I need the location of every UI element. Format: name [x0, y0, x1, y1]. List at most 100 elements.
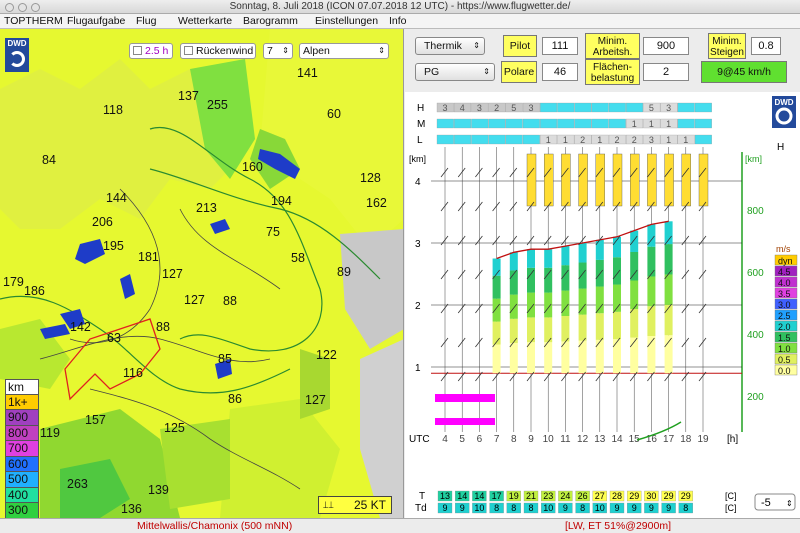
x-tick: 5 — [459, 434, 465, 445]
cloud-cell — [471, 134, 489, 145]
cloud-cell — [608, 118, 626, 129]
pilot-field[interactable]: 111 — [542, 37, 578, 55]
cloud-cell-value: 3 — [666, 103, 671, 113]
close-window-button[interactable] — [5, 3, 14, 12]
cloud-cell — [505, 134, 523, 145]
temp-unit: [C] — [725, 491, 737, 501]
map-value-label: 127 — [305, 393, 326, 407]
legend-entry: 300 — [5, 503, 39, 518]
cloud-cell — [488, 118, 506, 129]
climb-legend-label: 2.5 — [778, 311, 791, 321]
thermal-bar-segment — [509, 318, 518, 343]
temp-row-label: T — [419, 491, 425, 502]
x-tick: 11 — [560, 434, 571, 445]
dwd-swirl-icon — [9, 51, 25, 67]
thermal-map[interactable]: DWD 2.5 h Rückenwind 7 ⇕ Alpen ⇕ 141 137 255… — [0, 29, 404, 518]
polare-field[interactable]: 46 — [542, 63, 578, 81]
min-steigen-field[interactable]: 0.8 — [751, 37, 781, 55]
inversion-layer — [435, 418, 495, 425]
menu-barogramm[interactable]: Barogramm — [243, 14, 298, 29]
thermal-bar-segment — [595, 286, 604, 314]
map-value-label: 118 — [103, 103, 123, 117]
map-value-label: 141 — [297, 66, 318, 80]
thermal-bar-segment — [613, 339, 621, 374]
stepper-arrows-icon[interactable]: ⇕ — [282, 44, 289, 58]
dewpoint-value: 9 — [442, 503, 447, 513]
y-right-tick: 200 — [747, 392, 764, 403]
checkbox-icon[interactable] — [133, 46, 142, 55]
cloud-row-label: H — [417, 103, 424, 114]
menu-info[interactable]: Info — [389, 14, 407, 29]
menu-einstellungen[interactable]: Einstellungen — [315, 14, 378, 29]
y-left-tick: 3 — [415, 239, 421, 250]
cloud-column-bar — [595, 153, 606, 207]
dewpoint-value: 8 — [511, 503, 516, 513]
toggle-2-5h[interactable]: 2.5 h — [129, 43, 173, 59]
map-value-label: 255 — [207, 98, 228, 112]
legend-rows: 1k+900800700600500400300200100 — [5, 394, 39, 518]
temp-value: 30 — [646, 491, 656, 501]
thermal-bar-segment — [613, 311, 621, 340]
x-tick: 4 — [442, 434, 448, 445]
thermal-bar-segment — [527, 292, 535, 318]
mode-select[interactable]: Thermik ⇕ — [415, 37, 485, 55]
cloud-cell — [557, 102, 575, 113]
temp-value: 19 — [509, 491, 519, 501]
thermal-bar-segment — [492, 344, 501, 374]
y-right-unit: [km] — [745, 154, 762, 164]
menu-flug[interactable]: Flug — [136, 14, 156, 29]
menu-flugaufgabe[interactable]: Flugaufgabe — [67, 14, 125, 29]
toggle-rueckenwind[interactable]: Rückenwind — [180, 43, 256, 59]
cloud-cell — [505, 118, 523, 129]
cloud-cell — [557, 118, 575, 129]
cloud-cell — [522, 118, 540, 129]
climb-legend-label: 0.5 — [778, 355, 791, 365]
meteogram[interactable]: DWDHMLH3 4 3 2 5 3 5 31 1 11 1 2 1 2 2 3 1 1[km] [km]12342… — [405, 92, 800, 518]
cloud-cell-value: 2 — [494, 103, 499, 113]
minimize-window-button[interactable] — [18, 3, 27, 12]
map-value-label: 179 — [3, 275, 24, 289]
thermal-bar-segment — [492, 321, 501, 345]
dewpoint-value: 8 — [494, 503, 499, 513]
menu-topthem[interactable]: TOPTHERM — [4, 14, 63, 29]
legend-entry: 800 — [5, 425, 39, 441]
dewpoint-value: 8 — [528, 503, 533, 513]
thermal-bar-segment — [561, 246, 570, 266]
thermal-bar-segment — [561, 290, 570, 317]
map-value-label: 63 — [107, 331, 121, 345]
temp-value: 29 — [681, 491, 691, 501]
temp-value: 14 — [474, 491, 484, 501]
x-tick: 13 — [594, 434, 606, 445]
menu-wetterkarte[interactable]: Wetterkarte — [178, 14, 232, 29]
x-tick: 7 — [494, 434, 500, 445]
map-value-label: 194 — [271, 194, 292, 208]
map-value-label: 139 — [148, 483, 169, 497]
map-value-label: 89 — [337, 265, 351, 279]
region-select[interactable]: Alpen ⇕ — [299, 43, 389, 59]
map-value-label: 213 — [196, 201, 217, 215]
thermal-bar-segment — [630, 251, 639, 281]
zoom-window-button[interactable] — [31, 3, 40, 12]
thermal-bar-segment — [630, 230, 639, 252]
climb-legend-label: 2.0 — [778, 322, 791, 332]
offset-value: -5 — [761, 497, 771, 509]
map-value-label: 75 — [266, 225, 280, 239]
thermal-bar-segment — [544, 249, 553, 268]
thermal-bar-segment — [544, 342, 553, 374]
legend-unit: km — [5, 379, 39, 395]
thermal-bar-segment — [647, 276, 656, 307]
hour-stepper[interactable]: 7 ⇕ — [263, 43, 293, 59]
x-tick: 9 — [528, 434, 534, 445]
cloud-cell-value: 1 — [649, 119, 654, 129]
flaechenbelastung-field[interactable]: 2 — [643, 63, 689, 81]
glider-select[interactable]: PG ⇕ — [415, 63, 495, 81]
cloud-column-bar — [578, 153, 588, 207]
window-titlebar: Sonntag, 8. Juli 2018 (ICON 07.07.2018 1… — [0, 0, 800, 14]
cloud-cell — [591, 102, 609, 113]
dewpoint-value: 9 — [614, 503, 619, 513]
x-tick: 8 — [511, 434, 517, 445]
thermal-bar-segment — [664, 221, 673, 245]
checkbox-icon[interactable] — [184, 46, 193, 55]
min-arbeitshoehe-field[interactable]: 900 — [643, 37, 689, 55]
cloud-cell — [488, 134, 506, 145]
